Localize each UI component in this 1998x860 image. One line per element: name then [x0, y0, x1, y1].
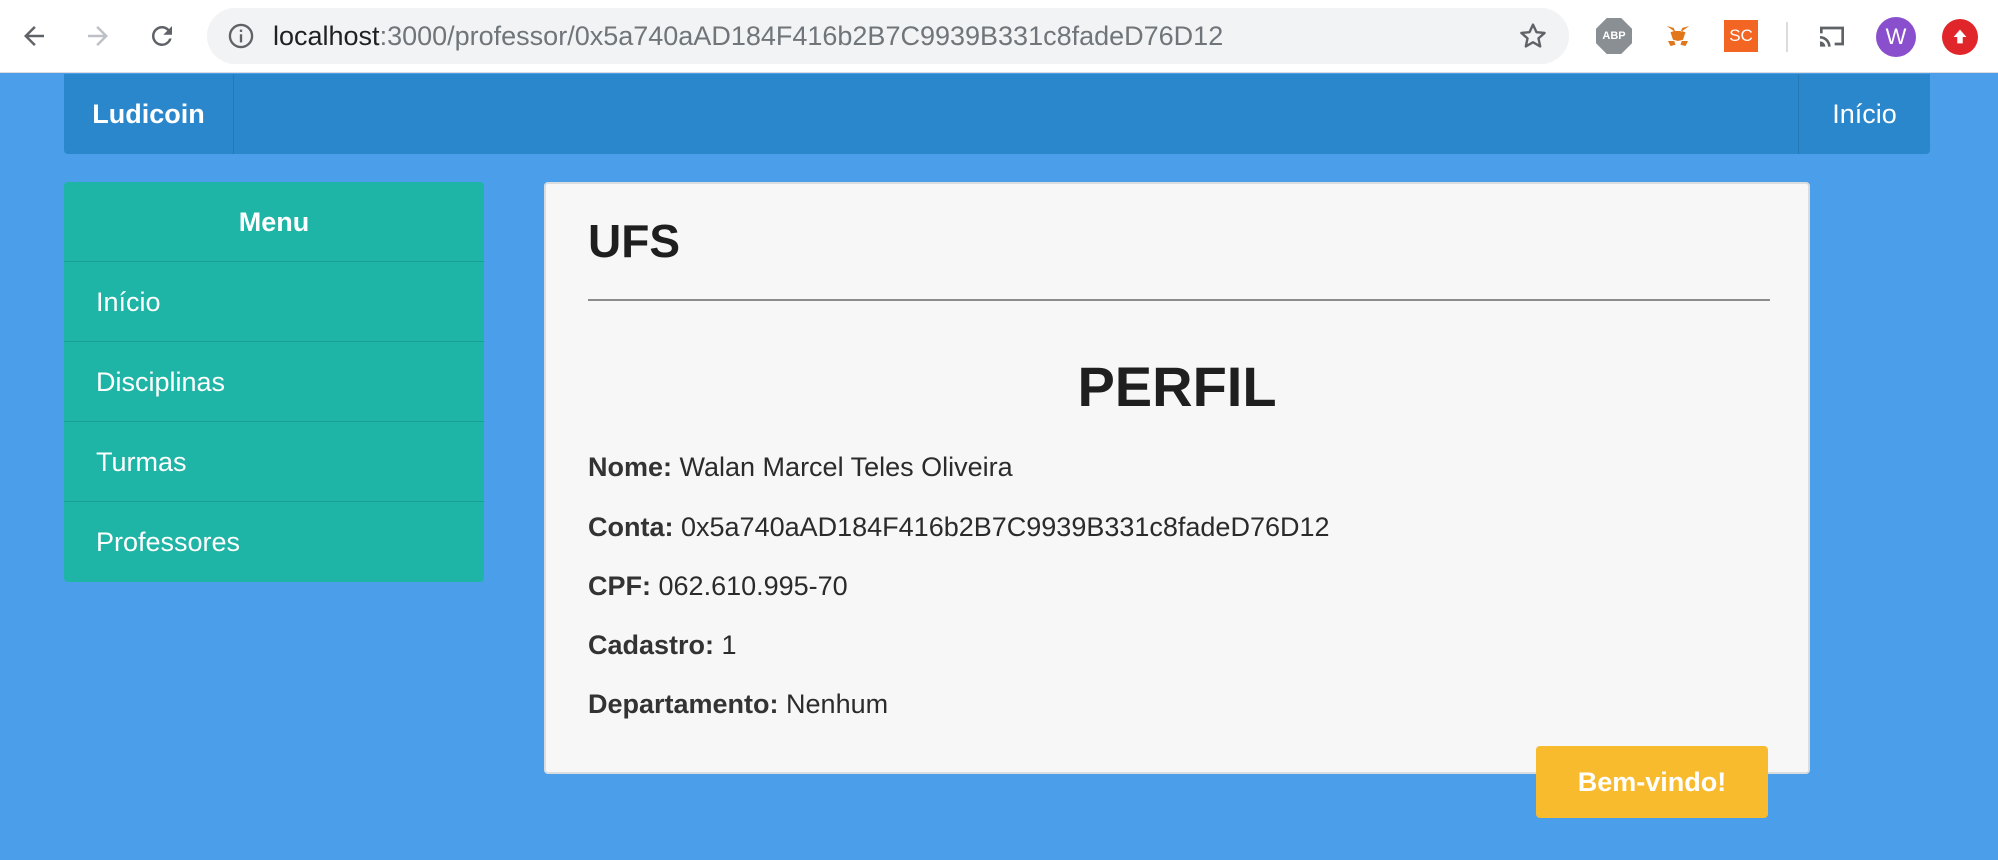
- forward-arrow-icon: [88, 26, 108, 46]
- sidebar-item-disciplinas[interactable]: Disciplinas: [64, 342, 484, 422]
- field-label: Nome:: [588, 452, 673, 482]
- forward-button[interactable]: [76, 14, 120, 58]
- star-icon[interactable]: [1517, 20, 1549, 52]
- title-divider: [588, 299, 1770, 301]
- metamask-fox-icon[interactable]: [1660, 18, 1696, 54]
- cast-icon[interactable]: [1814, 18, 1850, 54]
- field-value: Nenhum: [786, 689, 889, 719]
- adblock-plus-icon[interactable]: ABP: [1596, 18, 1632, 54]
- sidebar-menu: Menu Início Disciplinas Turmas Professor…: [64, 182, 484, 582]
- reload-icon: [151, 25, 172, 46]
- address-bar[interactable]: localhost:3000/professor/0x5a740aAD184F4…: [207, 8, 1569, 64]
- sidebar-item-inicio[interactable]: Início: [64, 262, 484, 342]
- top-navbar: Ludicoin Início: [64, 74, 1930, 154]
- section-title: PERFIL: [1077, 355, 1277, 418]
- back-arrow-icon: [24, 26, 44, 46]
- reload-button[interactable]: [140, 14, 184, 58]
- field-conta: Conta: 0x5a740aAD184F416b2B7C9939B331c8f…: [588, 512, 1330, 543]
- field-cpf: CPF: 062.610.995-70: [588, 571, 848, 602]
- field-value: Walan Marcel Teles Oliveira: [679, 452, 1013, 482]
- sc-extension-icon[interactable]: SC: [1724, 20, 1758, 52]
- profile-card: UFS PERFIL Nome: Walan Marcel Teles Oliv…: [544, 182, 1810, 774]
- url-path: :3000/professor/0x5a740aAD184F416b2B7C99…: [379, 21, 1224, 51]
- field-value: 0x5a740aAD184F416b2B7C9939B331c8fadeD76D…: [681, 512, 1330, 542]
- field-label: Conta:: [588, 512, 674, 542]
- welcome-button[interactable]: Bem-vindo!: [1536, 746, 1768, 818]
- field-label: Departamento:: [588, 689, 779, 719]
- profile-avatar[interactable]: W: [1876, 17, 1916, 57]
- navbar-home-link[interactable]: Início: [1798, 74, 1930, 154]
- sidebar-item-professores[interactable]: Professores: [64, 502, 484, 582]
- field-value: 1: [721, 630, 737, 660]
- field-value: 062.610.995-70: [658, 571, 848, 601]
- info-icon[interactable]: [227, 22, 255, 50]
- menu-title: Menu: [64, 182, 484, 262]
- field-departamento: Departamento: Nenhum: [588, 689, 888, 720]
- sidebar-item-turmas[interactable]: Turmas: [64, 422, 484, 502]
- toolbar-divider: [1786, 22, 1788, 52]
- url-text[interactable]: localhost:3000/professor/0x5a740aAD184F4…: [273, 8, 1223, 64]
- url-host: localhost: [273, 21, 380, 51]
- browser-toolbar: localhost:3000/professor/0x5a740aAD184F4…: [0, 0, 1998, 73]
- page-title: UFS: [588, 215, 680, 267]
- upload-extension-icon[interactable]: [1942, 19, 1978, 55]
- field-cadastro: Cadastro: 1: [588, 630, 737, 661]
- field-nome: Nome: Walan Marcel Teles Oliveira: [588, 452, 1013, 483]
- brand-link[interactable]: Ludicoin: [64, 74, 234, 154]
- field-label: Cadastro:: [588, 630, 715, 660]
- back-button[interactable]: [12, 14, 56, 58]
- field-label: CPF:: [588, 571, 651, 601]
